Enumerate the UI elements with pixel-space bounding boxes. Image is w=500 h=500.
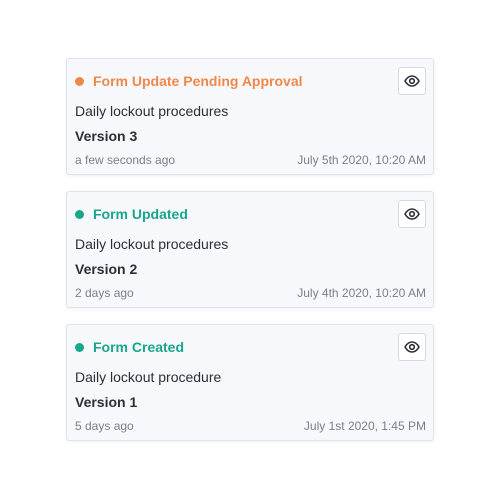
relative-time: 5 days ago (75, 419, 134, 433)
form-history-list: Form Update Pending Approval Daily locko… (66, 58, 434, 457)
card-footer: a few seconds ago July 5th 2020, 10:20 A… (75, 153, 426, 167)
history-card: Form Update Pending Approval Daily locko… (66, 58, 434, 175)
status-text: Form Update Pending Approval (93, 73, 303, 89)
card-footer: 2 days ago July 4th 2020, 10:20 AM (75, 286, 426, 300)
status-label: Form Update Pending Approval (75, 73, 303, 89)
status-text: Form Updated (93, 206, 188, 222)
card-footer: 5 days ago July 1st 2020, 1:45 PM (75, 419, 426, 433)
view-button[interactable] (398, 67, 426, 95)
view-button[interactable] (398, 333, 426, 361)
timestamp: July 1st 2020, 1:45 PM (303, 419, 426, 433)
form-version: Version 1 (75, 394, 138, 410)
form-version: Version 3 (75, 128, 138, 144)
form-version: Version 2 (75, 261, 138, 277)
view-button[interactable] (398, 200, 426, 228)
status-dot (75, 76, 84, 86)
eye-icon (404, 341, 420, 353)
history-card: Form Updated Daily lockout procedures Ve… (66, 191, 434, 308)
status-label: Form Updated (75, 206, 188, 222)
history-card: Form Created Daily lockout procedure Ver… (66, 324, 434, 441)
timestamp: July 4th 2020, 10:20 AM (297, 286, 426, 300)
status-label: Form Created (75, 339, 184, 355)
form-name: Daily lockout procedures (75, 103, 229, 119)
form-name: Daily lockout procedure (75, 369, 222, 385)
eye-icon (404, 75, 420, 87)
status-text: Form Created (93, 339, 185, 355)
relative-time: 2 days ago (75, 286, 134, 300)
form-name: Daily lockout procedures (75, 236, 229, 252)
relative-time: a few seconds ago (75, 153, 176, 167)
status-dot (75, 209, 84, 219)
status-dot (75, 342, 84, 352)
timestamp: July 5th 2020, 10:20 AM (297, 153, 426, 167)
eye-icon (404, 208, 420, 220)
